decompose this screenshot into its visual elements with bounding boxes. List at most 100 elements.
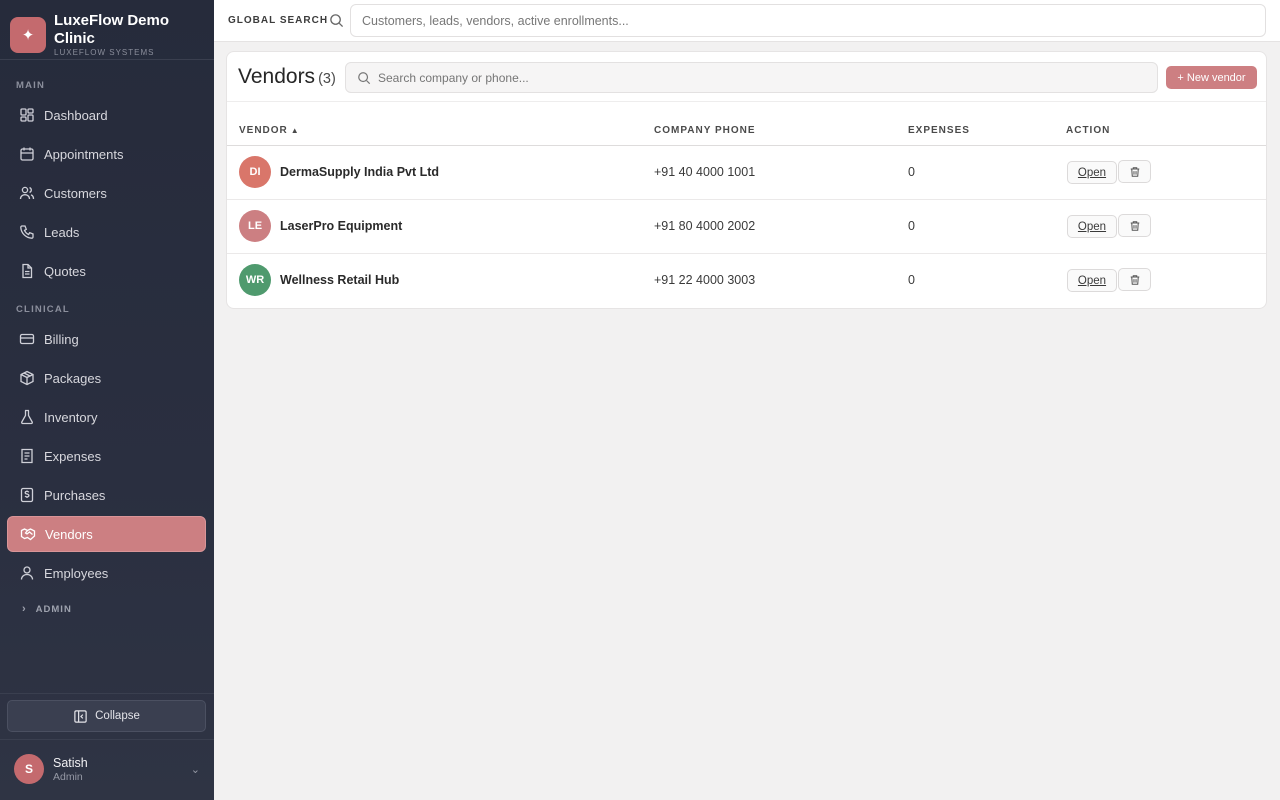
delete-button[interactable] [1118,268,1151,291]
vendor-count: (3) [318,71,336,87]
sidebar-item-customers[interactable]: Customers [7,175,206,211]
vendor-search-input[interactable] [378,63,1148,92]
global-search-input[interactable] [350,4,1266,37]
calendar-icon [18,146,35,163]
global-search-label: GLOBAL SEARCH [228,15,329,26]
receipt-icon [18,448,35,465]
sidebar-item-quotes[interactable]: Quotes [7,253,206,289]
vendor-expenses: 0 [908,165,915,179]
avatar: S [14,754,44,784]
open-button[interactable]: Open [1067,269,1117,292]
sidebar-item-label: Vendors [45,526,93,542]
user-role: Admin [53,770,83,783]
table-row: LE LaserPro Equipment +91 80 4000 2002 0… [227,200,1266,254]
handshake-icon [19,526,36,543]
sidebar: ✦ LuxeFlow Demo Clinic LUXEFLOW SYSTEMS … [0,0,214,800]
section-label-admin: ADMIN [35,603,72,615]
vendor-avatar: WR [239,264,271,296]
sidebar-item-packages[interactable]: Packages [7,360,206,396]
column-label: VENDOR [239,125,288,136]
divider [0,693,214,694]
sidebar-item-expenses[interactable]: Expenses [7,438,206,474]
section-label-clinical: CLINICAL [16,304,70,315]
card-header: Vendors(3) + New vendor [227,52,1266,102]
sidebar-item-purchases[interactable]: Purchases [7,477,206,513]
user-name: Satish [53,755,88,770]
brand[interactable]: ✦ LuxeFlow Demo Clinic LUXEFLOW SYSTEMS [10,12,214,58]
brand-subtitle: LUXEFLOW SYSTEMS [54,48,155,57]
search-icon [330,14,344,28]
divider [0,739,214,740]
vendor-expenses: 0 [908,273,915,287]
sidebar-item-employees[interactable]: Employees [7,555,206,591]
column-header-vendor[interactable]: VENDOR ▲ [239,125,300,136]
delete-button[interactable] [1118,214,1151,237]
vendor-search[interactable] [345,62,1158,93]
vendor-name[interactable]: LaserPro Equipment [280,219,402,233]
collapse-button[interactable]: Collapse [7,700,206,732]
sidebar-item-label: Billing [44,331,79,347]
sort-asc-icon: ▲ [290,126,300,135]
vendor-expenses: 0 [908,219,915,233]
users-icon [18,185,35,202]
credit-card-icon [18,331,35,348]
dollar-icon [18,487,35,504]
sidebar-item-appointments[interactable]: Appointments [7,136,206,172]
sidebar-item-label: Packages [44,370,102,386]
user-icon [18,565,35,582]
vendor-avatar: DI [239,156,271,188]
sidebar-item-label: Appointments [44,146,124,162]
open-button[interactable]: Open [1067,215,1117,238]
package-icon [18,370,35,387]
open-button[interactable]: Open [1067,161,1117,184]
table-header: VENDOR ▲ COMPANY PHONE EXPENSES ACTION [227,102,1266,146]
sidebar-item-label: Customers [44,185,107,201]
collapse-label: Collapse [95,710,140,722]
new-vendor-button[interactable]: + New vendor [1166,66,1257,89]
sidebar-item-leads[interactable]: Leads [7,214,206,250]
sidebar-item-inventory[interactable]: Inventory [7,399,206,435]
sidebar-item-label: Dashboard [44,107,108,123]
trash-icon [1130,220,1139,231]
chevron-right-icon: › [22,603,27,615]
table-row: DI DermaSupply India Pvt Ltd +91 40 4000… [227,146,1266,200]
phone-icon [18,224,35,241]
search-icon [358,72,371,85]
brand-title: LuxeFlow Demo Clinic [54,12,170,47]
vendor-phone: +91 40 4000 1001 [654,165,756,179]
vendors-card: Vendors(3) + New vendor VENDOR▲ COMPANY … [226,51,1267,309]
sidebar-item-label: Inventory [44,409,98,425]
sidebar-collapse-icon [74,709,87,723]
sidebar-section-admin[interactable]: › ADMIN [22,603,72,615]
sidebar-item-label: Employees [44,565,109,581]
vendor-phone: +91 22 4000 3003 [654,273,756,287]
table-row: WR Wellness Retail Hub +91 22 4000 3003 … [227,254,1266,308]
page-title: Vendors (3) [238,65,336,89]
vendor-phone: +91 80 4000 2002 [654,219,756,233]
column-header-action: ACTION [1066,125,1111,136]
sidebar-item-billing[interactable]: Billing [7,321,206,357]
column-header-expenses: EXPENSES [908,125,970,136]
delete-button[interactable] [1118,160,1151,183]
vendor-name[interactable]: Wellness Retail Hub [280,273,399,287]
sidebar-item-label: Purchases [44,487,106,503]
topbar: GLOBAL SEARCH [214,0,1280,42]
sidebar-item-dashboard[interactable]: Dashboard [7,97,206,133]
page-title-text: Vendors [238,65,316,88]
section-label-main: MAIN [16,80,46,91]
user-menu[interactable]: S Satish Admin ⌄ [14,754,200,784]
trash-icon [1130,166,1139,177]
brand-logo-icon: ✦ [10,17,46,53]
vendor-avatar: LE [239,210,271,242]
document-icon [18,263,35,280]
column-header-phone: COMPANY PHONE [654,125,756,136]
dashboard-icon [18,107,35,124]
divider [0,59,214,60]
sidebar-item-label: Expenses [44,448,102,464]
sidebar-item-vendors[interactable]: Vendors [7,516,206,552]
sidebar-item-label: Leads [44,224,80,240]
chevron-down-icon: ⌄ [190,763,200,776]
trash-icon [1130,274,1139,285]
vendor-name[interactable]: DermaSupply India Pvt Ltd [280,165,439,179]
flask-icon [18,409,35,426]
